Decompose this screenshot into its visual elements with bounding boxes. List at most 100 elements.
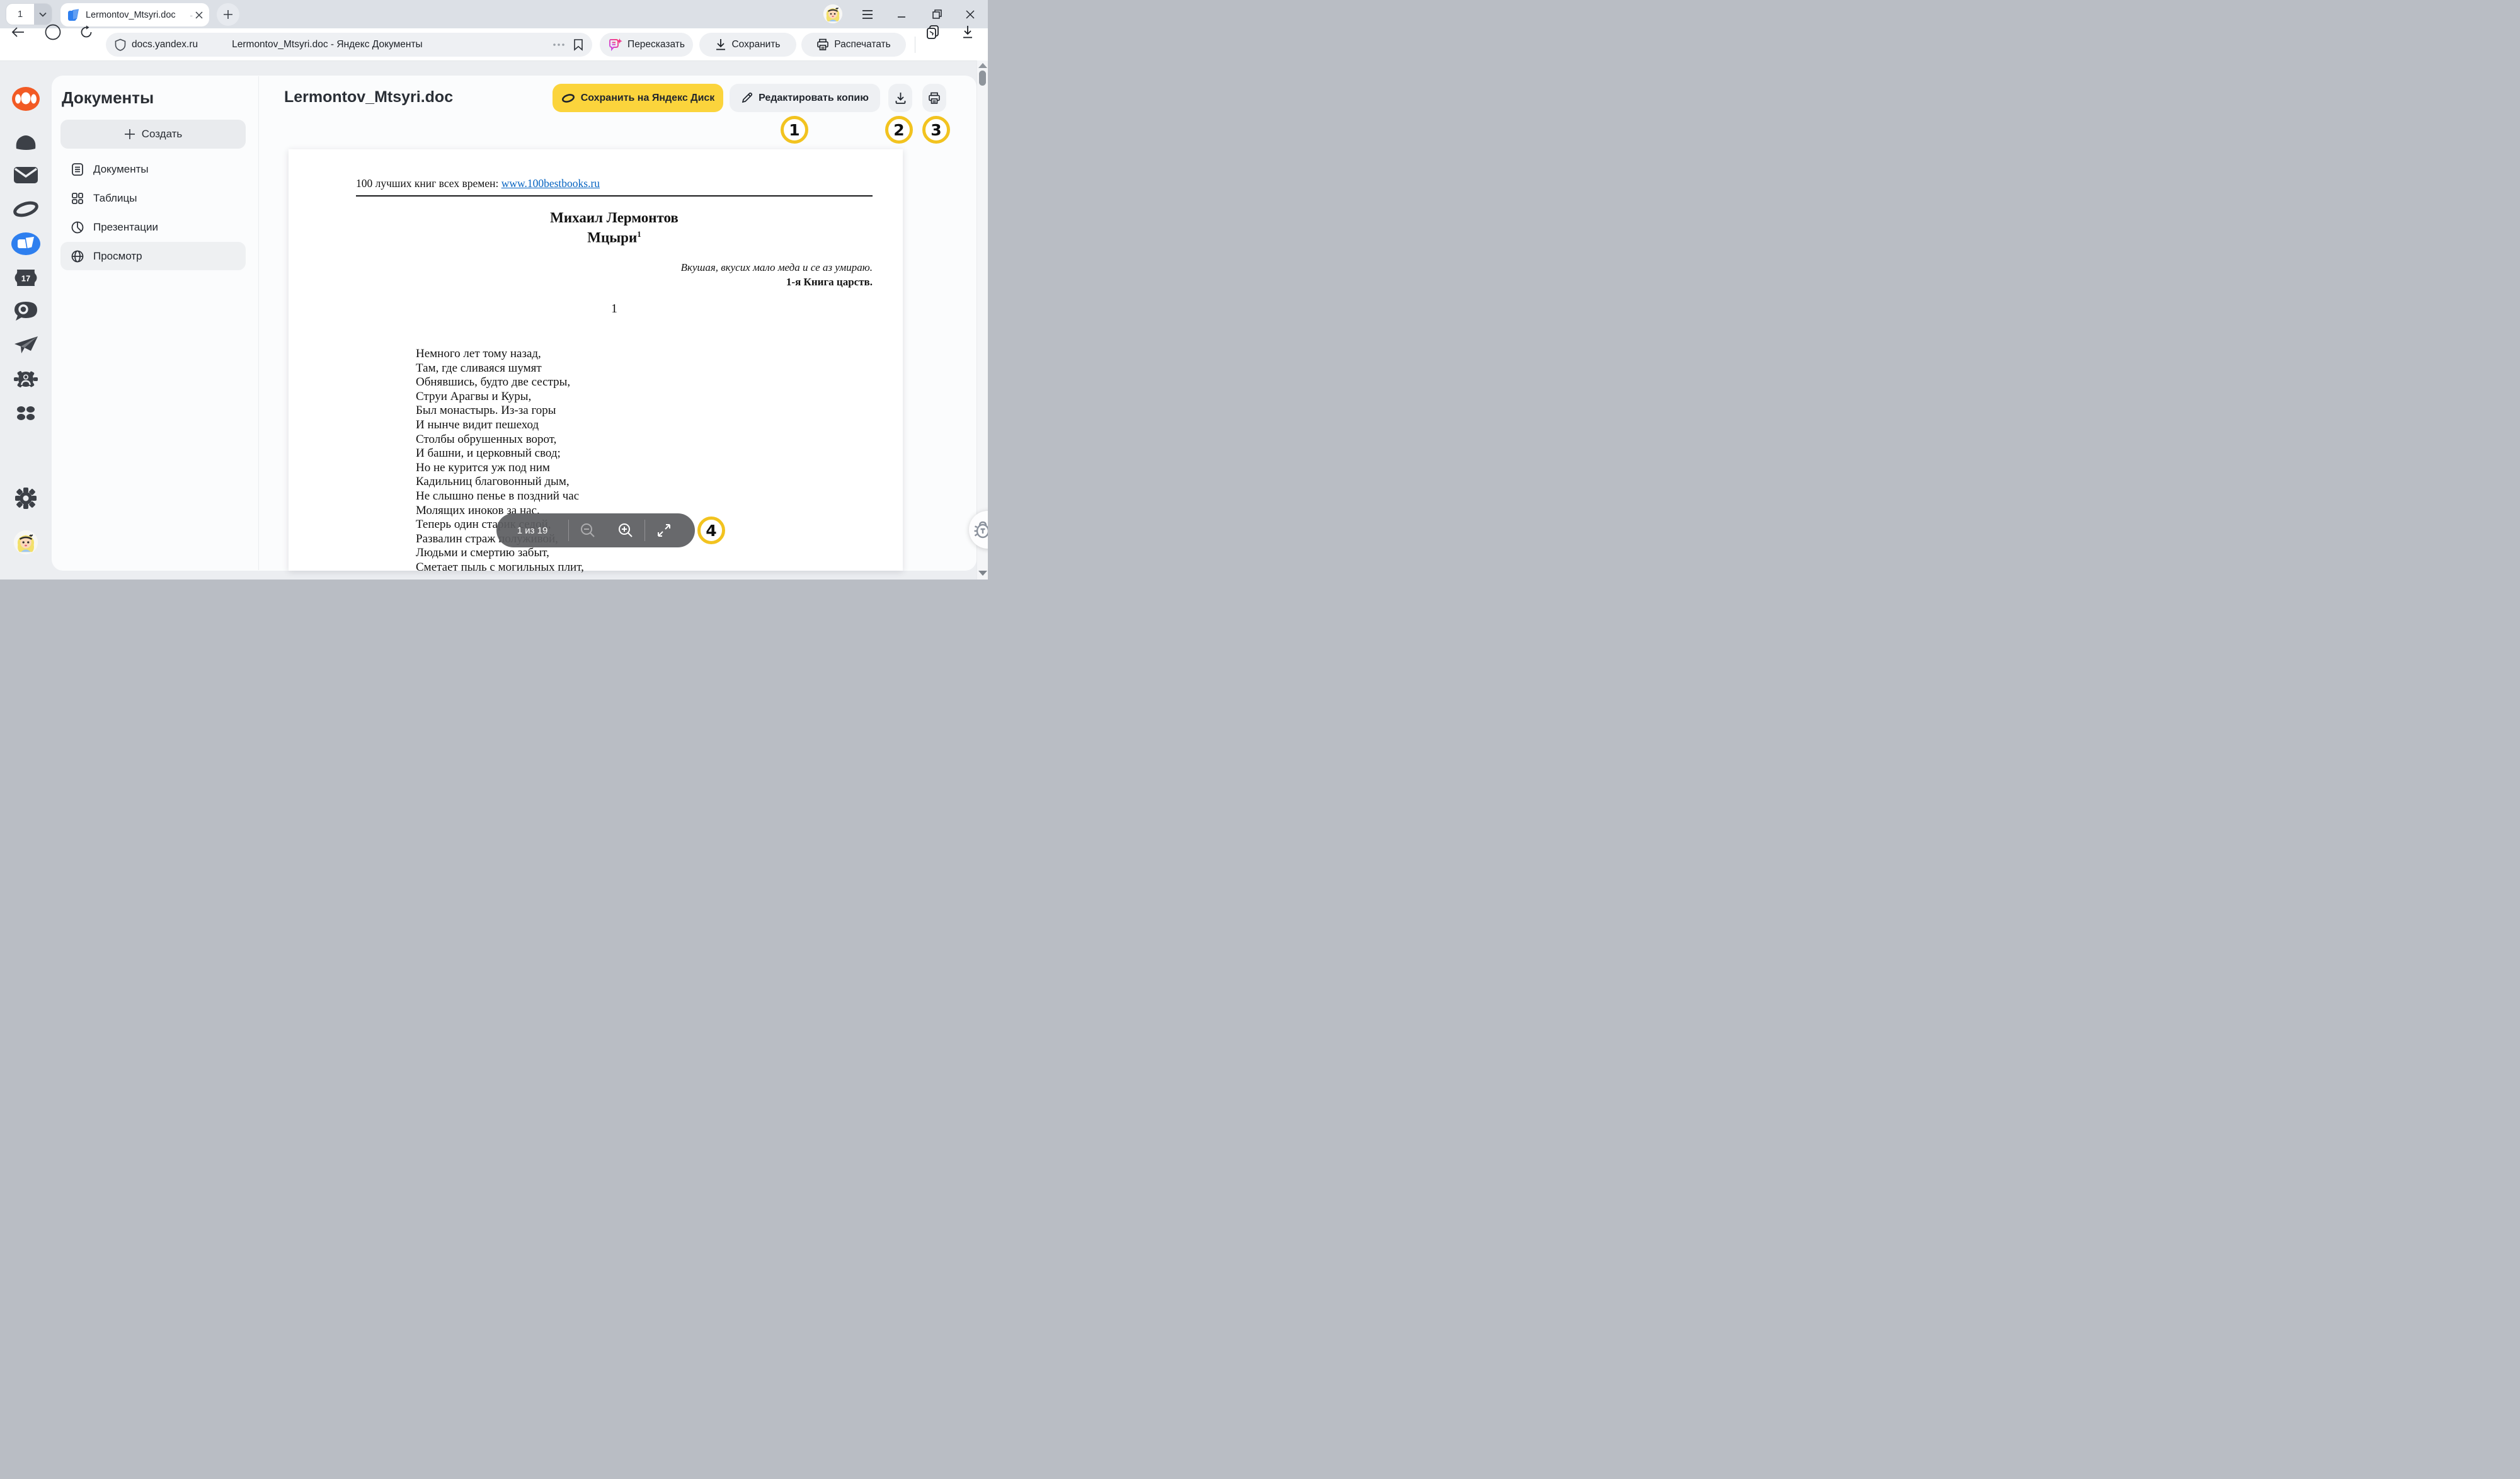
poem-line: Столбы обрушенных ворот,	[416, 433, 584, 447]
chevron-down-icon[interactable]	[34, 4, 52, 25]
sidebar-item-tables[interactable]: Таблицы	[60, 184, 246, 212]
printer-icon	[816, 38, 829, 51]
tables-grid-icon	[71, 191, 84, 205]
tab-title-ellipsis: -	[190, 10, 193, 20]
document-page[interactable]: 100 лучших книг всех времен: www.100best…	[289, 149, 903, 571]
calendar-day: 17	[21, 274, 30, 283]
save-page-label: Сохранить	[731, 39, 780, 50]
titlebar-avatar[interactable]	[823, 4, 842, 23]
print-page-button[interactable]: Распечатать	[801, 33, 906, 57]
services-rail: 17	[0, 60, 52, 580]
messenger-icon[interactable]	[14, 301, 38, 321]
doc-section-number: 1	[356, 302, 873, 316]
disk-cloud-icon[interactable]	[14, 134, 38, 150]
all-services-grid-icon[interactable]	[16, 406, 35, 421]
sidebar-divider	[258, 76, 259, 570]
annotation-badge-2: 2	[885, 116, 913, 144]
yandex-home-icon[interactable]	[45, 24, 61, 40]
paper-plane-icon[interactable]	[13, 336, 38, 355]
tab-close-icon[interactable]	[195, 11, 203, 19]
document-lines-icon	[71, 163, 84, 176]
poem-line: Обнявшись, будто две сестры,	[416, 375, 584, 390]
summarize-ai-icon	[608, 38, 622, 52]
address-bar[interactable]: docs.yandex.ru Lermontov_Mtsyri.doc - Ян…	[106, 33, 592, 57]
doc-author: Михаил Лермонтов	[356, 210, 873, 226]
new-tab-button[interactable]	[217, 3, 239, 26]
settings-gear-icon[interactable]	[15, 488, 37, 509]
tab-count[interactable]: 1	[6, 4, 34, 25]
sidebar-item-label: Просмотр	[93, 250, 142, 263]
side-panel-icon[interactable]	[925, 25, 941, 40]
yandex-docs-file-icon	[67, 8, 81, 22]
scroll-up-arrow[interactable]	[978, 63, 987, 68]
annotation-badge-3: 3	[922, 116, 950, 144]
tab-title: Lermontov_Mtsyri.doc	[86, 10, 188, 20]
save-page-button[interactable]: Сохранить	[699, 33, 796, 57]
sidebar-item-label: Таблицы	[93, 192, 137, 205]
document-title: Lermontov_Mtsyri.doc	[284, 88, 453, 106]
url-domain[interactable]: docs.yandex.ru	[132, 39, 198, 50]
summarize-button[interactable]: Пересказать	[600, 33, 693, 57]
minimize-button[interactable]	[892, 0, 911, 28]
poem-line: Кадильниц благовонный дым,	[416, 475, 584, 489]
shield-icon[interactable]	[115, 38, 126, 51]
poem-line: Людьми и смертию забыт,	[416, 546, 584, 561]
tab-strip: 1 Lermontov_Mtsyri.doc -	[0, 0, 988, 28]
browser-window: 1 Lermontov_Mtsyri.doc -	[0, 0, 988, 580]
address-page-title: Lermontov_Mtsyri.doc - Яндекс Документы	[232, 39, 553, 50]
documents-service-icon-active[interactable]	[11, 232, 41, 256]
doc-epigraph-source: 1-я Книга царств.	[356, 276, 873, 288]
doc-header-link[interactable]: www.100bestbooks.ru	[501, 177, 600, 190]
poem-line: Но не курится уж под ним	[416, 461, 584, 476]
viewer-toolbar: 1 из 19	[496, 513, 695, 547]
annotation-badge-4: 4	[697, 517, 725, 544]
poem-line: И нынче видит пешеход	[416, 418, 584, 433]
create-label: Создать	[142, 128, 183, 140]
poem-line: Не слышно пенье в поздний час	[416, 489, 584, 504]
more-actions-icon[interactable]	[553, 43, 564, 46]
sidebar-item-documents[interactable]: Документы	[60, 155, 246, 183]
download-doc-button[interactable]	[888, 84, 912, 112]
poem-line: Был монастырь. Из-за горы	[416, 404, 584, 418]
bookmark-icon[interactable]	[573, 38, 583, 51]
active-tab[interactable]: Lermontov_Mtsyri.doc -	[60, 3, 209, 26]
rail-avatar[interactable]	[14, 530, 38, 554]
admin-people-gear-icon[interactable]	[14, 370, 38, 389]
edit-copy-button[interactable]: Редактировать копию	[730, 84, 880, 112]
annotation-badge-1: 1	[781, 116, 808, 144]
back-icon[interactable]	[11, 26, 25, 38]
yandex-disk-swoosh-icon[interactable]	[12, 199, 40, 219]
doc-header-line: 100 лучших книг всех времен: www.100best…	[356, 177, 600, 190]
scrollbar-thumb[interactable]	[979, 71, 986, 86]
yandex-start-logo-icon[interactable]	[11, 86, 40, 111]
download-icon	[895, 92, 906, 105]
doc-header-text: 100 лучших книг всех времен:	[356, 177, 501, 190]
zoom-in-button[interactable]	[607, 522, 644, 539]
fullscreen-button[interactable]	[645, 523, 683, 538]
mail-icon[interactable]	[13, 166, 38, 184]
app-title: Документы	[62, 88, 154, 108]
sidebar-item-view[interactable]: Просмотр	[60, 242, 246, 270]
scroll-down-arrow[interactable]	[978, 571, 987, 576]
sidebar-item-presentations[interactable]: Презентации	[60, 213, 246, 241]
save-to-disk-label: Сохранить на Яндекс Диск	[581, 93, 715, 104]
print-doc-button[interactable]	[922, 84, 946, 112]
printer-icon	[928, 92, 941, 105]
scrollbar[interactable]	[976, 60, 988, 580]
sidebar-item-label: Документы	[93, 163, 149, 176]
save-to-disk-button[interactable]: Сохранить на Яндекс Диск	[553, 84, 723, 112]
create-button[interactable]: Создать	[60, 120, 246, 149]
plus-icon	[124, 128, 135, 140]
yandex-disk-icon	[561, 93, 575, 104]
reload-icon[interactable]	[79, 25, 93, 39]
poem-line: Там, где сливаяся шумят	[416, 362, 584, 376]
sidebar-item-label: Презентации	[93, 221, 158, 234]
close-button[interactable]	[961, 0, 980, 28]
calendar-icon[interactable]: 17	[13, 268, 38, 287]
downloads-icon[interactable]	[962, 25, 973, 39]
print-page-label: Распечатать	[834, 39, 890, 50]
tab-counter-button[interactable]: 1	[6, 4, 52, 25]
zoom-out-button[interactable]	[569, 522, 607, 539]
doc-poem-title-text: Мцыри	[587, 230, 637, 246]
browser-menu-icon[interactable]	[858, 0, 877, 28]
